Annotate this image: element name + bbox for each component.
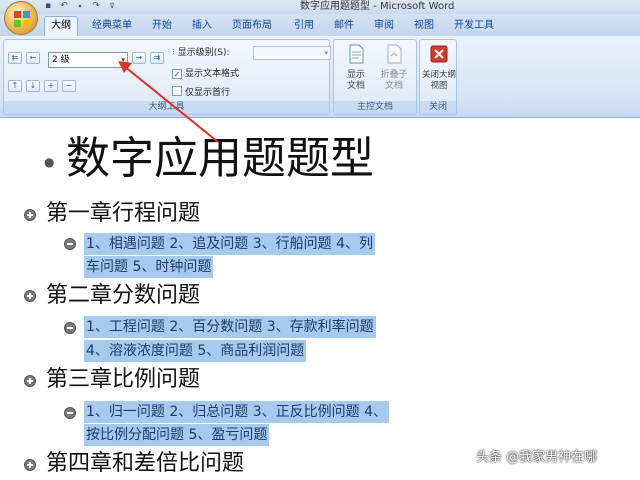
collapse-subdocuments-button[interactable]: 折叠子文档 [376, 44, 412, 92]
office-button[interactable] [4, 1, 38, 35]
close-icon [430, 45, 448, 63]
chevron-down-icon: ▾ [121, 56, 125, 64]
show-document-button[interactable]: 显示文档 [338, 44, 374, 92]
collapse-subdocuments-label: 折叠子文档 [380, 70, 408, 91]
demote-icon[interactable]: → [132, 52, 146, 64]
expand-icon[interactable]: + [44, 80, 58, 92]
redo-icon[interactable]: ↷ [90, 1, 102, 12]
expand-heading-icon[interactable] [24, 459, 36, 471]
show-document-label: 显示文档 [346, 70, 365, 91]
body-text-line[interactable]: 1、相遇问题 2、追及问题 3、行船问题 4、列 [84, 233, 375, 255]
master-document-group: 显示文档 折叠子文档 主控文档 [333, 39, 417, 115]
undo-icon[interactable]: ↶ [58, 1, 70, 12]
first-line-only-option[interactable]: 仅显示首行 [172, 86, 230, 99]
window-title: 数字应用题题型 - Microsoft Word [300, 1, 455, 12]
move-down-icon[interactable]: ↓ [26, 80, 40, 92]
chapter-heading[interactable]: 第一章行程问题 [46, 199, 200, 229]
body-text-line[interactable]: 4、溶液浓度问题 5、商品利润问题 [84, 340, 307, 362]
collapse-body-icon[interactable] [64, 407, 76, 419]
show-level-label: ⁝ 显示级别(S): [172, 48, 230, 58]
outline-level-select[interactable]: 2 级 ▾ [48, 52, 128, 68]
quick-access-toolbar: ▪ ↶ ▾ ↷ ⊽ [42, 1, 118, 12]
chevron-down-icon: ▾ [324, 49, 328, 57]
customize-icon[interactable]: ⊽ [106, 1, 118, 12]
show-text-format-checkbox[interactable]: ✓ [172, 69, 182, 79]
tab-page-layout[interactable]: 页面布局 [226, 17, 278, 35]
tab-review[interactable]: 审阅 [368, 17, 400, 35]
chapter-heading[interactable]: 第四章和差倍比问题 [46, 449, 244, 479]
expand-heading-icon[interactable] [24, 290, 36, 302]
first-line-only-checkbox[interactable] [172, 86, 182, 96]
tab-developer[interactable]: 开发工具 [448, 17, 500, 35]
close-group: 关闭大纲视图 关闭 [419, 39, 457, 115]
office-logo-icon [14, 11, 30, 27]
dropdown-icon[interactable]: ▾ [74, 1, 86, 12]
expand-heading-icon[interactable] [24, 375, 36, 387]
document-area[interactable]: ● 数字应用题题型 第一章行程问题 1、相遇问题 2、追及问题 3、行船问题 4… [0, 119, 640, 480]
watermark: 头条 @我家男神在哪 [476, 450, 598, 465]
title-bar: ▪ ↶ ▾ ↷ ⊽ 数字应用题题型 - Microsoft Word [0, 0, 640, 14]
collapse-body-icon[interactable] [64, 322, 76, 334]
body-text-line[interactable]: 按比例分配问题 5、盈亏问题 [84, 424, 270, 446]
subdocument-icon [387, 44, 402, 64]
tab-outline[interactable]: 大纲 [44, 16, 78, 36]
close-outline-view-button[interactable]: 关闭大纲视图 [420, 44, 458, 92]
demote-to-body-icon[interactable]: ⇉ [150, 52, 164, 64]
expand-heading-icon[interactable] [24, 209, 36, 221]
outline-tools-group-label: 大纲工具 [4, 101, 329, 114]
master-document-group-label: 主控文档 [334, 101, 416, 114]
tab-insert[interactable]: 插入 [186, 17, 218, 35]
promote-to-heading1-icon[interactable]: ⇇ [8, 52, 22, 64]
tab-classic-menu[interactable]: 经典菜单 [86, 17, 138, 35]
title-bullet-icon: ● [44, 155, 55, 169]
close-outline-view-label: 关闭大纲视图 [421, 70, 456, 91]
show-level-select[interactable]: ▾ [253, 46, 331, 60]
document-title[interactable]: 数字应用题题型 [66, 129, 374, 189]
chapter-heading[interactable]: 第三章比例问题 [46, 365, 200, 395]
ribbon: ⇇ ← 2 级 ▾ → ⇉ ↑ ↓ + − ⁝ 显示级别(S): ▾ ✓ 显示文本… [0, 36, 640, 118]
body-text-line[interactable]: 1、工程问题 2、百分数问题 3、存款利率问题 [84, 316, 376, 338]
collapse-body-icon[interactable] [64, 238, 76, 250]
outline-level-value: 2 级 [52, 55, 70, 65]
close-group-label: 关闭 [420, 101, 456, 114]
ribbon-tabs: 大纲 经典菜单 开始 插入 页面布局 引用 邮件 审阅 视图 开发工具 [0, 14, 640, 36]
body-text-line[interactable]: 车问题 5、时钟问题 [84, 256, 214, 278]
tab-view[interactable]: 视图 [408, 17, 440, 35]
show-text-format-option[interactable]: ✓ 显示文本格式 [172, 68, 239, 80]
body-text-line[interactable]: 1、归一问题 2、归总问题 3、正反比例问题 4、 [84, 401, 389, 423]
outline-tools-group: ⇇ ← 2 级 ▾ → ⇉ ↑ ↓ + − ⁝ 显示级别(S): ▾ ✓ 显示文本… [3, 39, 331, 115]
chapter-heading[interactable]: 第二章分数问题 [46, 281, 200, 311]
move-up-icon[interactable]: ↑ [8, 80, 22, 92]
save-icon[interactable]: ▪ [42, 1, 54, 12]
tab-references[interactable]: 引用 [288, 17, 320, 35]
collapse-icon[interactable]: − [62, 80, 76, 92]
tab-mailings[interactable]: 邮件 [328, 17, 360, 35]
promote-icon[interactable]: ← [26, 52, 40, 64]
document-icon [349, 44, 364, 64]
tab-home[interactable]: 开始 [146, 17, 178, 35]
